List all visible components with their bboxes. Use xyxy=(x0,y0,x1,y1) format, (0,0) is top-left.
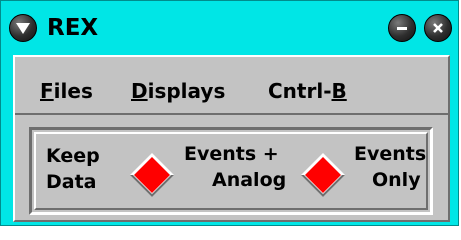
window-menu-button[interactable] xyxy=(9,14,37,42)
events-only-label-line1: Events xyxy=(354,143,427,165)
data-mode-panel-inner: Keep Data Events + Analog Events Only xyxy=(34,132,428,210)
keep-data-label-line1: Keep xyxy=(46,145,100,167)
close-icon xyxy=(433,23,443,33)
minimize-icon xyxy=(397,27,407,30)
chevron-down-icon xyxy=(16,23,30,34)
menu-files[interactable]: Files xyxy=(40,79,93,103)
menu-cntrl-b[interactable]: Cntrl-B xyxy=(268,79,347,103)
events-analog-label-line2: Analog xyxy=(212,169,287,191)
events-analog-label-line1: Events + xyxy=(184,143,279,165)
menu-files-mnemonic: F xyxy=(40,79,54,103)
rex-window: REX Files Displays Cntrl-B Keep Data Eve… xyxy=(0,0,459,226)
menu-cntrl-prefix: Cntrl- xyxy=(268,79,332,103)
close-button[interactable] xyxy=(424,14,452,42)
minimize-button[interactable] xyxy=(388,14,416,42)
events-only-label-line2: Only xyxy=(372,169,421,191)
menu-cntrl-mnemonic: B xyxy=(331,79,347,103)
title-bar[interactable]: REX xyxy=(1,1,458,53)
events-analog-radio[interactable] xyxy=(129,152,175,198)
keep-data-label-line2: Data xyxy=(46,171,97,193)
menu-displays-label: isplays xyxy=(147,79,226,103)
menu-bar: Files Displays Cntrl-B xyxy=(15,57,448,115)
client-area: Files Displays Cntrl-B Keep Data Events … xyxy=(13,55,450,222)
menu-displays-mnemonic: D xyxy=(131,79,148,103)
window-title: REX xyxy=(47,15,99,41)
events-only-radio[interactable] xyxy=(300,152,346,198)
menu-files-label: iles xyxy=(53,79,93,103)
menu-displays[interactable]: Displays xyxy=(131,79,225,103)
data-mode-panel: Keep Data Events + Analog Events Only xyxy=(29,127,433,215)
